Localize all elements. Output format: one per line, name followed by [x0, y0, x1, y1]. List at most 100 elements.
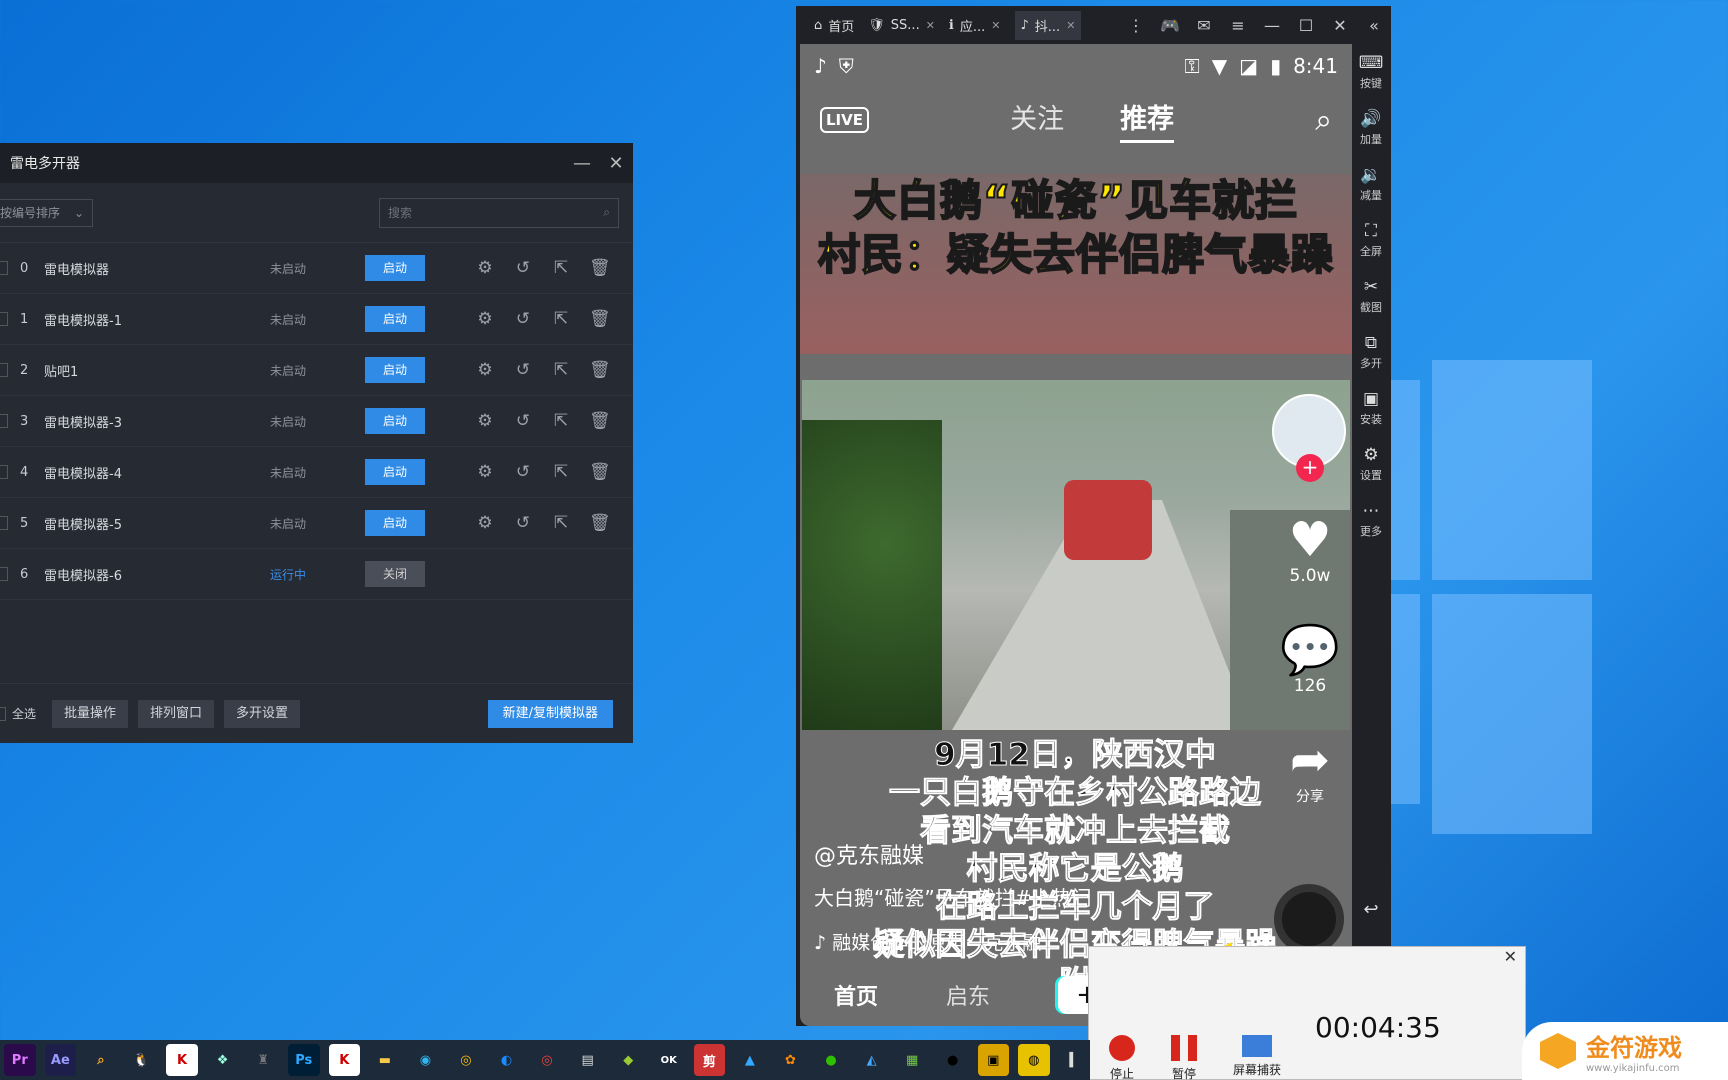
- history-icon[interactable]: ↺: [513, 258, 533, 278]
- close-tab-icon[interactable]: ✕: [926, 19, 935, 32]
- app-icon[interactable]: 剪: [693, 1044, 726, 1076]
- chrome-icon[interactable]: ◎: [450, 1044, 482, 1076]
- history-icon[interactable]: ↺: [513, 360, 533, 380]
- start-button[interactable]: 启动: [365, 306, 425, 332]
- share-button[interactable]: ➦ 分享: [1270, 734, 1350, 806]
- qq-icon[interactable]: 🐧: [126, 1044, 158, 1076]
- sort-dropdown[interactable]: 按编号排序 ⌄: [0, 198, 93, 227]
- export-icon[interactable]: ⇱: [551, 462, 571, 482]
- capture-button[interactable]: 屏幕捕获: [1233, 1035, 1281, 1080]
- premiere-icon[interactable]: Pr: [4, 1044, 36, 1076]
- stop-button[interactable]: 关闭: [365, 561, 425, 587]
- history-icon[interactable]: ↺: [513, 462, 533, 482]
- trash-icon[interactable]: 🗑: [589, 513, 611, 533]
- sidebar-item-multi[interactable]: ⧉ 多开: [1360, 324, 1382, 380]
- row-checkbox[interactable]: [0, 516, 8, 530]
- mail-icon[interactable]: ✉: [1187, 16, 1221, 35]
- sidebar-item-more[interactable]: ⋯ 更多: [1360, 492, 1382, 548]
- folder-icon[interactable]: ▬: [369, 1044, 401, 1076]
- row-checkbox[interactable]: [0, 261, 8, 275]
- start-button[interactable]: 启动: [365, 255, 425, 281]
- collapse-sidebar-icon[interactable]: «: [1357, 16, 1391, 35]
- trash-icon[interactable]: 🗑: [589, 411, 611, 431]
- music-disc-icon[interactable]: [1274, 884, 1344, 954]
- sidebar-item-settings[interactable]: ⚙ 设置: [1360, 436, 1382, 492]
- pause-button[interactable]: 暂停: [1171, 1035, 1197, 1080]
- photoshop-icon[interactable]: Ps: [287, 1044, 320, 1076]
- trash-icon[interactable]: 🗑: [589, 309, 611, 329]
- history-icon[interactable]: ↺: [513, 411, 533, 431]
- export-icon[interactable]: ⇱: [551, 309, 571, 329]
- tab-follow[interactable]: 关注: [1010, 97, 1064, 143]
- search-icon[interactable]: ⌕: [85, 1044, 117, 1076]
- new-copy-emulator-button[interactable]: 新建/复制模拟器: [487, 699, 613, 728]
- gear-icon[interactable]: ⚙: [475, 462, 495, 482]
- app-icon[interactable]: ▦: [896, 1044, 928, 1076]
- row-checkbox[interactable]: [0, 312, 8, 326]
- history-icon[interactable]: ↺: [513, 513, 533, 533]
- minimize-button[interactable]: —: [1255, 16, 1289, 35]
- search-icon[interactable]: ⌕: [1315, 103, 1332, 138]
- start-button[interactable]: 启动: [365, 408, 425, 434]
- row-checkbox[interactable]: [0, 567, 8, 581]
- chrome-icon[interactable]: ◎: [531, 1044, 563, 1076]
- app-icon[interactable]: OK: [653, 1044, 685, 1076]
- leidian-icon[interactable]: ▣: [977, 1044, 1010, 1076]
- gear-icon[interactable]: ⚙: [475, 411, 495, 431]
- gear-icon[interactable]: ⚙: [475, 258, 495, 278]
- app-icon[interactable]: ◆: [612, 1044, 644, 1076]
- gear-icon[interactable]: ⚙: [475, 309, 495, 329]
- back-icon[interactable]: ↩: [1363, 899, 1378, 920]
- app-icon[interactable]: ◍: [1018, 1044, 1050, 1076]
- microphone-icon[interactable]: ▍: [1059, 1044, 1091, 1076]
- batch-operation-button[interactable]: 批量操作: [52, 699, 129, 728]
- follow-plus-button[interactable]: +: [1296, 454, 1324, 482]
- row-checkbox[interactable]: [0, 465, 8, 479]
- history-icon[interactable]: ↺: [513, 309, 533, 329]
- sidebar-item-keymap[interactable]: ⌨ 按键: [1359, 44, 1384, 100]
- start-button[interactable]: 启动: [365, 357, 425, 383]
- tab-app[interactable]: ℹ 应... ✕: [949, 16, 1001, 35]
- tab-home[interactable]: ⌂ 首页: [814, 16, 854, 35]
- app-icon[interactable]: K: [328, 1044, 361, 1076]
- close-button[interactable]: ✕: [1504, 947, 1517, 966]
- tab-ss[interactable]: 🛡 SS... ✕: [868, 18, 935, 33]
- row-checkbox[interactable]: [0, 363, 8, 377]
- author-name[interactable]: @克东融媒: [814, 838, 924, 870]
- sidebar-item-volume-up[interactable]: 🔊 加量: [1360, 100, 1382, 156]
- export-icon[interactable]: ⇱: [551, 360, 571, 380]
- trash-icon[interactable]: 🗑: [589, 258, 611, 278]
- gear-icon[interactable]: ⚙: [475, 513, 495, 533]
- app-icon[interactable]: ◭: [856, 1044, 888, 1076]
- app-icon[interactable]: ❖: [207, 1044, 239, 1076]
- gear-icon[interactable]: ⚙: [475, 360, 495, 380]
- nav-friends[interactable]: 启东: [946, 979, 990, 1011]
- edge-icon[interactable]: ◉: [410, 1044, 442, 1076]
- sidebar-item-volume-down[interactable]: 🔉 减量: [1360, 156, 1382, 212]
- nav-home[interactable]: 首页: [834, 979, 878, 1011]
- close-tab-icon[interactable]: ✕: [991, 19, 1000, 32]
- app-icon[interactable]: ◐: [491, 1044, 523, 1076]
- music-info[interactable]: ♪ 融媒创作的原声－克东融: [814, 928, 1041, 955]
- start-button[interactable]: 启动: [365, 510, 425, 536]
- stop-button[interactable]: 停止: [1109, 1035, 1135, 1080]
- multi-settings-button[interactable]: 多开设置: [224, 699, 301, 728]
- trash-icon[interactable]: 🗑: [589, 462, 611, 482]
- after-effects-icon[interactable]: Ae: [44, 1044, 77, 1076]
- export-icon[interactable]: ⇱: [551, 411, 571, 431]
- video-frame[interactable]: [802, 380, 1350, 730]
- row-checkbox[interactable]: [0, 414, 8, 428]
- close-button[interactable]: ✕: [1323, 16, 1357, 35]
- maximize-button[interactable]: ☐: [1289, 16, 1323, 35]
- sidebar-item-fullscreen[interactable]: ⛶ 全屏: [1360, 212, 1382, 268]
- app-icon[interactable]: ▤: [572, 1044, 604, 1076]
- tab-recommend[interactable]: 推荐: [1120, 97, 1175, 143]
- menu-icon[interactable]: ≡: [1221, 16, 1255, 35]
- select-all-checkbox[interactable]: 全选: [0, 705, 36, 722]
- close-tab-icon[interactable]: ✕: [1066, 19, 1075, 32]
- app-icon[interactable]: ▲: [734, 1044, 766, 1076]
- start-button[interactable]: 启动: [365, 459, 425, 485]
- comment-button[interactable]: 💬 126: [1270, 624, 1350, 696]
- close-button[interactable]: ✕: [599, 153, 633, 174]
- export-icon[interactable]: ⇱: [551, 513, 571, 533]
